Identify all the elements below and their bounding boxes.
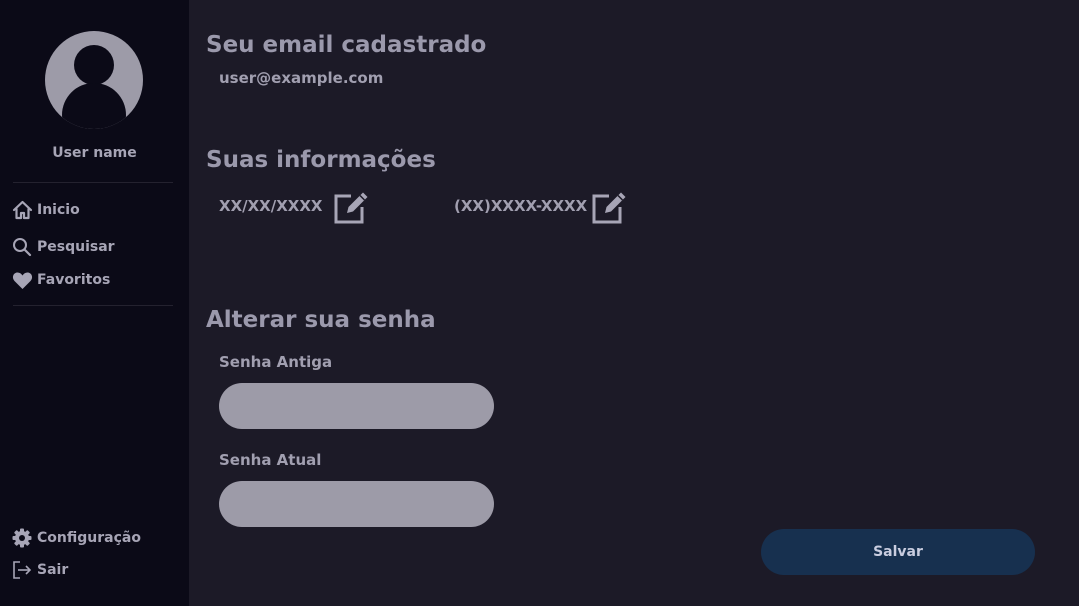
current-password-label: Senha Atual <box>219 451 322 469</box>
home-icon <box>12 199 34 221</box>
birthdate-value: XX/XX/XXXX <box>219 197 323 215</box>
sidebar-item-label: Favoritos <box>37 272 111 288</box>
username: User name <box>52 145 137 161</box>
heart-icon <box>12 269 34 291</box>
search-icon <box>12 236 34 258</box>
save-button[interactable]: Salvar <box>761 529 1035 575</box>
email-section-title: Seu email cadastrado <box>206 32 487 58</box>
edit-birthdate-icon[interactable] <box>333 189 371 225</box>
sidebar-divider <box>13 305 173 306</box>
sidebar-item-pesquisar[interactable]: Pesquisar <box>12 236 115 258</box>
gear-icon <box>12 527 34 549</box>
avatar-head-shape <box>74 45 114 85</box>
current-password-input[interactable] <box>219 481 494 527</box>
password-section-title: Alterar sua senha <box>206 307 436 333</box>
avatar[interactable] <box>45 31 143 129</box>
email-value: user@example.com <box>219 69 384 87</box>
sidebar-item-configuracao[interactable]: Configuração <box>12 527 141 549</box>
logout-icon <box>12 559 34 581</box>
sidebar-item-sair[interactable]: Sair <box>12 559 68 581</box>
old-password-input[interactable] <box>219 383 494 429</box>
sidebar-divider <box>13 182 173 183</box>
sidebar-item-favoritos[interactable]: Favoritos <box>12 269 110 291</box>
sidebar-item-label: Inicio <box>37 202 80 218</box>
sidebar-item-inicio[interactable]: Inicio <box>12 199 80 221</box>
sidebar-item-label: Sair <box>37 562 69 578</box>
sidebar-item-label: Pesquisar <box>37 239 115 255</box>
phone-value: (XX)XXXX-XXXX <box>454 197 588 215</box>
old-password-label: Senha Antiga <box>219 353 333 371</box>
info-section-title: Suas informações <box>206 147 436 173</box>
avatar-body-shape <box>62 83 126 129</box>
sidebar-item-label: Configuração <box>37 530 141 546</box>
edit-phone-icon[interactable] <box>591 189 629 225</box>
sidebar: User name Inicio Pesquisar Favoritos Con… <box>0 0 189 606</box>
